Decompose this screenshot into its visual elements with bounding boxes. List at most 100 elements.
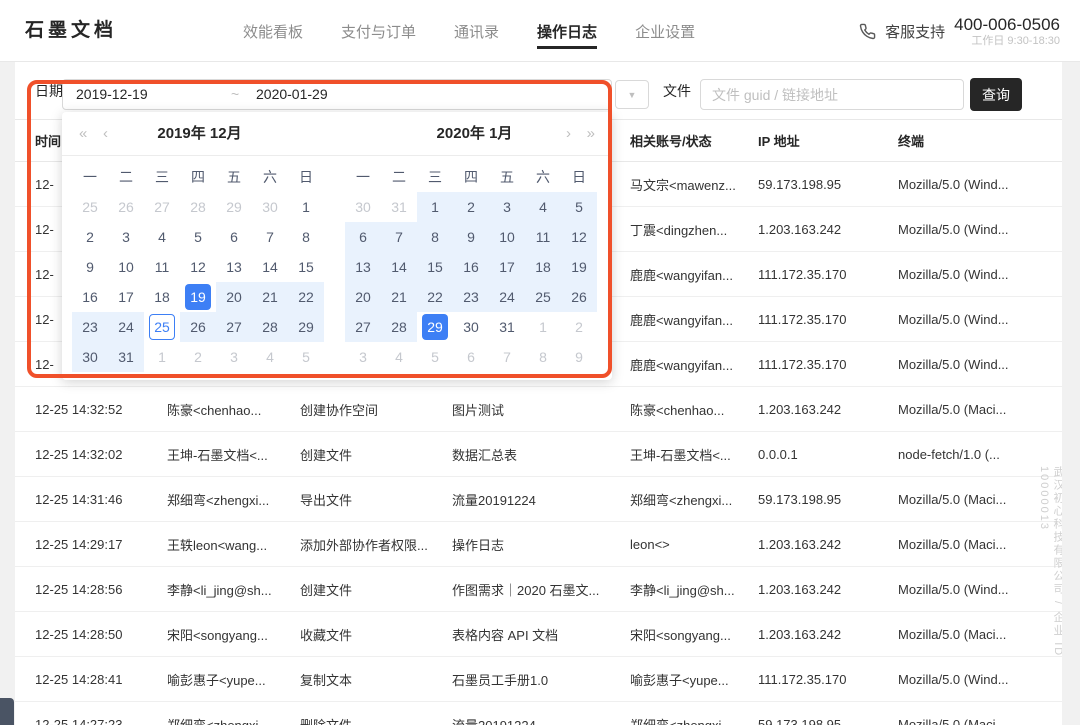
calendar-day-cell[interactable]: 3: [216, 342, 252, 372]
calendar-day-cell[interactable]: 23: [72, 312, 108, 342]
calendar-day-cell[interactable]: 14: [381, 252, 417, 282]
calendar-day-cell[interactable]: 30: [252, 192, 288, 222]
calendar-day-cell[interactable]: 15: [417, 252, 453, 282]
calendar-day-cell[interactable]: 9: [561, 342, 597, 372]
calendar-day-cell[interactable]: 1: [144, 342, 180, 372]
calendar-day-cell[interactable]: 21: [252, 282, 288, 312]
calendar-day-cell[interactable]: 27: [345, 312, 381, 342]
calendar-day-cell[interactable]: 6: [216, 222, 252, 252]
calendar-day-cell[interactable]: 8: [525, 342, 561, 372]
date-start-value[interactable]: 2019-12-19: [76, 80, 148, 109]
calendar-day-cell[interactable]: 3: [489, 192, 525, 222]
calendar-day-cell[interactable]: 29: [288, 312, 324, 342]
calendar-day-cell[interactable]: 30: [72, 342, 108, 372]
calendar-day-cell[interactable]: 1: [288, 192, 324, 222]
nav-tab-kanban[interactable]: 效能看板: [243, 0, 303, 62]
calendar-day-cell[interactable]: 29: [216, 192, 252, 222]
calendar-day-cell[interactable]: 4: [381, 342, 417, 372]
calendar-day-cell[interactable]: 30: [453, 312, 489, 342]
nav-tab-oplog[interactable]: 操作日志: [537, 0, 597, 62]
date-range-input[interactable]: 2019-12-19 ~ 2020-01-29: [62, 79, 612, 110]
calendar-day-cell[interactable]: 23: [453, 282, 489, 312]
calendar-day-cell[interactable]: 11: [525, 222, 561, 252]
calendar-day-cell[interactable]: 20: [216, 282, 252, 312]
calendar-day-cell[interactable]: 26: [180, 312, 216, 342]
calendar-day-cell[interactable]: 4: [252, 342, 288, 372]
calendar-day-cell[interactable]: 28: [180, 192, 216, 222]
calendar-day-cell[interactable]: 14: [252, 252, 288, 282]
calendar-day-cell[interactable]: 24: [489, 282, 525, 312]
date-end-value[interactable]: 2020-01-29: [256, 80, 328, 109]
calendar-day-cell[interactable]: 25: [72, 192, 108, 222]
calendar-day-cell[interactable]: 13: [216, 252, 252, 282]
calendar-day-cell[interactable]: 1: [525, 312, 561, 342]
calendar-left-month-title: 2019年 12月: [62, 112, 337, 156]
calendar-day-cell[interactable]: 28: [252, 312, 288, 342]
calendar-day-cell[interactable]: 8: [288, 222, 324, 252]
calendar-day-range-end[interactable]: 29: [417, 312, 453, 342]
calendar-day-cell[interactable]: 3: [345, 342, 381, 372]
calendar-day-today[interactable]: 25: [144, 312, 180, 342]
calendar-day-cell[interactable]: 4: [144, 222, 180, 252]
calendar-day-cell[interactable]: 12: [180, 252, 216, 282]
calendar-day-cell[interactable]: 11: [144, 252, 180, 282]
calendar-day-cell[interactable]: 31: [489, 312, 525, 342]
calendar-day-cell[interactable]: 4: [525, 192, 561, 222]
calendar-day-cell[interactable]: 2: [561, 312, 597, 342]
calendar-day-cell[interactable]: 6: [453, 342, 489, 372]
calendar-day-cell[interactable]: 5: [561, 192, 597, 222]
calendar-day-cell[interactable]: 10: [489, 222, 525, 252]
calendar-day-cell[interactable]: 26: [108, 192, 144, 222]
calendar-day-cell[interactable]: 2: [180, 342, 216, 372]
calendar-day-cell[interactable]: 3: [108, 222, 144, 252]
query-button[interactable]: 查询: [970, 78, 1022, 111]
calendar-day-cell[interactable]: 15: [288, 252, 324, 282]
weekday-label: 日: [288, 162, 324, 192]
date-preset-select[interactable]: ▼: [615, 80, 649, 109]
calendar-day-cell[interactable]: 7: [252, 222, 288, 252]
calendar-day-cell[interactable]: 26: [561, 282, 597, 312]
calendar-day-cell[interactable]: 31: [381, 192, 417, 222]
calendar-day-cell[interactable]: 22: [288, 282, 324, 312]
calendar-day-cell[interactable]: 31: [108, 342, 144, 372]
calendar-day-cell[interactable]: 7: [489, 342, 525, 372]
calendar-day-cell[interactable]: 25: [525, 282, 561, 312]
calendar-day-cell[interactable]: 19: [561, 252, 597, 282]
calendar-day-cell[interactable]: 5: [180, 222, 216, 252]
calendar-day-cell[interactable]: 16: [453, 252, 489, 282]
calendar-day-cell[interactable]: 21: [381, 282, 417, 312]
calendar-day-cell[interactable]: 2: [453, 192, 489, 222]
calendar-day-cell[interactable]: 6: [345, 222, 381, 252]
calendar-day-cell[interactable]: 27: [216, 312, 252, 342]
calendar-day-cell[interactable]: 30: [345, 192, 381, 222]
calendar-day-cell[interactable]: 2: [72, 222, 108, 252]
nav-tab-settings[interactable]: 企业设置: [635, 0, 695, 62]
calendar-day-cell[interactable]: 13: [345, 252, 381, 282]
calendar-day-cell[interactable]: 8: [417, 222, 453, 252]
next-month-icon[interactable]: ›: [566, 112, 571, 156]
calendar-day-cell[interactable]: 9: [453, 222, 489, 252]
file-guid-input[interactable]: [700, 79, 964, 110]
calendar-day-cell[interactable]: 24: [108, 312, 144, 342]
calendar-day-cell[interactable]: 18: [144, 282, 180, 312]
calendar-day-cell[interactable]: 22: [417, 282, 453, 312]
calendar-day-cell[interactable]: 5: [417, 342, 453, 372]
calendar-day-cell[interactable]: 17: [108, 282, 144, 312]
calendar-day-cell[interactable]: 9: [72, 252, 108, 282]
calendar-day-cell[interactable]: 12: [561, 222, 597, 252]
next-year-icon[interactable]: »: [587, 112, 595, 156]
nav-tab-contacts[interactable]: 通讯录: [454, 0, 499, 62]
calendar-day-cell[interactable]: 17: [489, 252, 525, 282]
calendar-day-range-start[interactable]: 19: [180, 282, 216, 312]
calendar-day-cell[interactable]: 1: [417, 192, 453, 222]
calendar-day-cell[interactable]: 28: [381, 312, 417, 342]
calendar-day-cell[interactable]: 16: [72, 282, 108, 312]
calendar-day-cell[interactable]: 18: [525, 252, 561, 282]
calendar-day-cell[interactable]: 27: [144, 192, 180, 222]
calendar-day-cell[interactable]: 7: [381, 222, 417, 252]
calendar-day-cell[interactable]: 20: [345, 282, 381, 312]
cell-ip-address: 59.173.198.95: [758, 492, 898, 507]
nav-tab-payment[interactable]: 支付与订单: [341, 0, 416, 62]
calendar-day-cell[interactable]: 5: [288, 342, 324, 372]
calendar-day-cell[interactable]: 10: [108, 252, 144, 282]
